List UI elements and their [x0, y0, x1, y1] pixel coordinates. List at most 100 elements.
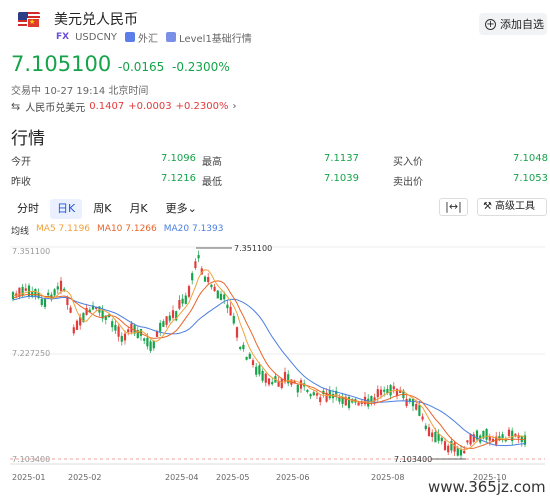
y-tick-mid: 7.227250: [12, 349, 50, 358]
candle-body: [258, 365, 261, 375]
fx-tag: FX: [56, 32, 70, 42]
y-tick-bottom: 7.103400: [12, 455, 50, 464]
bid-label: 买入价: [393, 157, 423, 168]
candle-body: [181, 298, 184, 304]
advanced-tools-button[interactable]: ⚒ 高级工具: [477, 198, 547, 216]
candle-body: [440, 437, 443, 442]
candle-body: [267, 378, 271, 385]
ask-label: 卖出价: [393, 177, 423, 188]
tab-daily[interactable]: 日K: [50, 199, 83, 219]
candle-body: [248, 353, 251, 359]
candle-body: [59, 280, 63, 292]
candle-body: [213, 286, 216, 291]
category-label: 外汇: [138, 33, 159, 45]
candle-body: [43, 299, 47, 308]
candle-body: [210, 284, 213, 288]
candle-body: [338, 397, 341, 402]
swap-icon: ⇆: [11, 100, 21, 113]
candle-body: [120, 335, 123, 342]
candle-body: [31, 291, 34, 297]
x-tick: 2025-02: [68, 473, 101, 482]
section-title: 行情: [11, 129, 45, 149]
candle-body: [427, 427, 431, 437]
advanced-tools-label: 高级工具: [494, 201, 535, 212]
candle-body: [229, 306, 232, 316]
candle-body: [418, 405, 421, 416]
candle-body: [395, 388, 399, 396]
candle-body: [187, 286, 191, 297]
tab-monthly[interactable]: 月K: [122, 199, 154, 219]
high-label: 最高: [202, 157, 222, 168]
x-tick: 2025-01: [12, 473, 45, 482]
candle-body: [111, 321, 114, 328]
candle-body: [18, 287, 21, 297]
candle-body: [168, 315, 171, 321]
tab-intraday[interactable]: 分时: [10, 199, 46, 219]
candle-body: [357, 402, 360, 406]
candle-body: [191, 273, 194, 281]
reverse-pair-link[interactable]: ⇆ 人民币兑美元 0.1407 +0.0003 +0.2300% ›: [11, 99, 236, 114]
trading-status: 交易中 10-27 19:14 北京时间: [11, 86, 149, 97]
chevron-right-icon: ›: [232, 101, 237, 112]
add-watchlist-label: 添加自选: [500, 18, 544, 31]
ma10-line: [12, 280, 526, 449]
candle-body: [146, 337, 149, 347]
candle-body: [117, 326, 120, 337]
kline-chart[interactable]: 7.351100 7.227250 7.103400 7.351100 7.10…: [0, 236, 550, 484]
candle-body: [463, 450, 466, 454]
tab-weekly[interactable]: 周K: [86, 199, 118, 219]
candle-body: [171, 310, 175, 318]
candle-body: [232, 315, 235, 324]
candle-body: [47, 292, 50, 296]
candle-body: [114, 324, 117, 331]
candle-body: [376, 389, 379, 398]
reverse-change: +0.0003: [128, 101, 172, 112]
candle-body: [152, 341, 155, 349]
watermark: www.365jz.com: [428, 478, 546, 496]
candle-body: [219, 293, 223, 300]
level-label: Level1基础行情: [179, 33, 252, 45]
open-label: 今开: [11, 157, 31, 168]
candle-body: [184, 295, 187, 304]
ask-value: 7.1053: [513, 173, 548, 184]
us-cn-flag-icon: ★: [18, 12, 40, 28]
candle-body: [421, 416, 424, 420]
candle-body: [466, 440, 469, 443]
candle-body: [143, 338, 146, 341]
candle-body: [255, 366, 258, 375]
candle-body: [56, 286, 59, 290]
add-watchlist-button[interactable]: + 添加自选: [479, 13, 547, 35]
candle-body: [242, 344, 245, 350]
tab-more-label: 更多: [165, 202, 188, 215]
candle-body: [405, 398, 408, 406]
candle-body: [389, 385, 392, 396]
reverse-price: 0.1407: [89, 101, 125, 112]
candle-body: [453, 442, 456, 452]
candle-body: [501, 434, 504, 438]
candle-body: [271, 382, 274, 385]
candle-body: [309, 394, 312, 397]
candle-body: [485, 429, 488, 440]
price-change-pct: -0.2300%: [172, 60, 230, 74]
candle-body: [443, 441, 447, 451]
x-tick: 2025-06: [276, 473, 309, 482]
candle-body: [226, 304, 229, 309]
category-icon: [125, 32, 136, 42]
tab-more[interactable]: 更多⌄: [159, 199, 204, 219]
candle-body: [165, 316, 168, 325]
fit-width-icon[interactable]: |↔|: [439, 198, 468, 216]
open-value: 7.1096: [161, 153, 196, 164]
tools-icon: ⚒: [483, 201, 492, 212]
candle-body: [162, 321, 165, 327]
candle-body: [69, 307, 72, 313]
chevron-down-icon: ⌄: [187, 202, 197, 215]
current-price: 7.105100: [11, 52, 112, 76]
candle-body: [379, 389, 383, 396]
candle-body: [53, 289, 56, 296]
candle-body: [312, 392, 315, 396]
candle-body: [197, 255, 200, 259]
candle-body: [178, 300, 181, 309]
candle-body: [207, 277, 210, 283]
page-title: 美元兑人民币: [54, 12, 138, 28]
candle-body: [469, 433, 472, 445]
